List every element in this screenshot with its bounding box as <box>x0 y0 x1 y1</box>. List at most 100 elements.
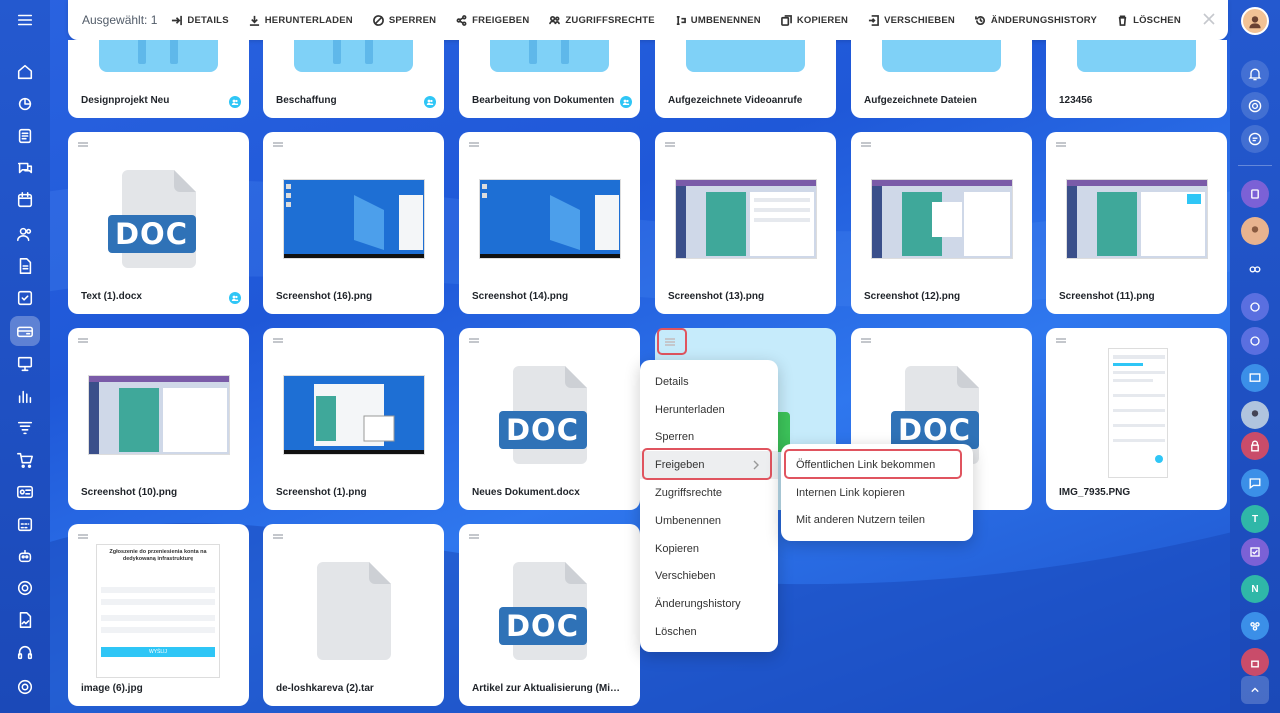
funnel-icon[interactable] <box>12 415 38 441</box>
file-tile[interactable]: Screenshot (12).png <box>851 132 1032 314</box>
folder-tile[interactable]: Aufgezeichnete Videoanrufe <box>655 40 836 118</box>
notes-icon[interactable] <box>1241 180 1269 208</box>
drag-handle-icon[interactable] <box>469 338 479 345</box>
presentation-icon[interactable] <box>12 351 38 377</box>
sign-icon[interactable] <box>12 607 38 633</box>
feed-icon[interactable] <box>12 123 38 149</box>
menu-icon[interactable] <box>12 7 38 33</box>
chat-bubble-icon[interactable] <box>1241 469 1269 497</box>
file-tile[interactable]: Screenshot (14).png <box>459 132 640 314</box>
menu-item-download[interactable]: Herunterladen <box>640 396 778 424</box>
share-icon <box>456 14 467 26</box>
presentation-chat-icon[interactable] <box>1241 364 1269 392</box>
submenu-item-internal-link[interactable]: Internen Link kopieren <box>781 479 973 507</box>
drag-handle-icon[interactable] <box>78 534 88 541</box>
share-button[interactable]: FREIGEBEN <box>456 15 529 26</box>
scroll-up-icon[interactable] <box>1241 676 1269 704</box>
folder-tile[interactable]: Beschaffung <box>263 40 444 118</box>
menu-item-copy[interactable]: Kopieren <box>640 535 778 563</box>
menu-item-delete[interactable]: Löschen <box>640 618 778 646</box>
close-toolbar-button[interactable] <box>1202 12 1216 26</box>
drag-handle-icon[interactable] <box>78 338 88 345</box>
copy-icon <box>780 14 792 26</box>
menu-item-move[interactable]: Verschieben <box>640 563 778 591</box>
drag-handle-icon[interactable] <box>1056 338 1066 345</box>
messenger-icon[interactable] <box>1241 125 1269 153</box>
checklist-icon[interactable] <box>1241 538 1269 566</box>
robot-icon[interactable] <box>12 543 38 569</box>
drag-handle-icon[interactable] <box>469 534 479 541</box>
contact-avatar-2[interactable] <box>1241 401 1269 429</box>
target-icon[interactable] <box>12 575 38 601</box>
openlines-icon[interactable] <box>1241 293 1269 321</box>
drag-handle-icon[interactable] <box>861 142 871 149</box>
tile-name: Screenshot (14).png <box>472 291 569 302</box>
cart-icon[interactable] <box>12 447 38 473</box>
letter-avatar-n[interactable]: N <box>1241 575 1269 603</box>
file-tile[interactable]: Zgłoszenie do przeniesienia konta na ded… <box>68 524 249 706</box>
download-button[interactable]: HERUNTERLADEN <box>249 15 353 26</box>
folder-tile[interactable]: Bearbeitung von Dokumenten <box>459 40 640 118</box>
drag-handle-icon[interactable] <box>1056 142 1066 149</box>
drag-handle-icon[interactable] <box>78 142 88 149</box>
folder-tile[interactable]: Aufgezeichnete Dateien <box>851 40 1032 118</box>
chat-icon[interactable] <box>12 155 38 181</box>
users-icon[interactable] <box>12 221 38 247</box>
submenu-item-share-users[interactable]: Mit anderen Nutzern teilen <box>781 507 973 535</box>
home-icon[interactable] <box>12 59 38 85</box>
at-sign-icon[interactable] <box>1241 92 1269 120</box>
file-tile[interactable]: Screenshot (1).png <box>263 328 444 510</box>
headset-icon[interactable] <box>12 640 38 666</box>
drag-handle-icon[interactable] <box>273 338 283 345</box>
menu-item-history[interactable]: Änderungshistory <box>640 590 778 618</box>
drag-handle-icon[interactable] <box>469 142 479 149</box>
channel-icon[interactable] <box>1241 327 1269 355</box>
schedule-icon[interactable] <box>12 511 38 537</box>
move-button[interactable]: VERSCHIEBEN <box>868 15 955 26</box>
calendar-icon[interactable] <box>12 187 38 213</box>
menu-item-details[interactable]: Details <box>640 368 778 396</box>
file-tile[interactable]: DOC Text (1).docx <box>68 132 249 314</box>
access-rights-button[interactable]: ZUGRIFFSRECHTE <box>549 15 655 26</box>
drag-handle-icon[interactable] <box>665 142 675 149</box>
tile-name: Artikel zur Aktualisierung (Mia Fu... <box>472 683 622 694</box>
group-chat-icon[interactable] <box>1241 612 1269 640</box>
letter-avatar-t[interactable]: T <box>1241 505 1269 533</box>
menu-item-rename[interactable]: Umbenennen <box>640 507 778 535</box>
drag-handle-icon[interactable] <box>273 534 283 541</box>
file-tile[interactable]: Screenshot (10).png <box>68 328 249 510</box>
file-tile[interactable]: Screenshot (13).png <box>655 132 836 314</box>
details-button[interactable]: DETAILS <box>171 15 229 26</box>
analytics-icon[interactable] <box>12 383 38 409</box>
drag-handle-icon[interactable] <box>273 142 283 149</box>
group-avatar[interactable] <box>1241 257 1269 285</box>
lock-button[interactable]: SPERREN <box>372 14 436 26</box>
delete-button[interactable]: LÖSCHEN <box>1117 15 1181 26</box>
documents-icon[interactable] <box>12 253 38 279</box>
flow-icon[interactable] <box>12 91 38 117</box>
folder-tile[interactable]: Designprojekt Neu <box>68 40 249 118</box>
drive-icon[interactable] <box>12 318 38 344</box>
folder-tile[interactable]: 123456 <box>1046 40 1227 118</box>
file-tile[interactable]: Screenshot (16).png <box>263 132 444 314</box>
contact-card-icon[interactable] <box>12 479 38 505</box>
file-tile[interactable]: IMG_7935.PNG <box>1046 328 1227 510</box>
rename-button[interactable]: UMBENENNEN <box>675 15 761 26</box>
tasks-icon[interactable] <box>12 285 38 311</box>
contact-avatar[interactable] <box>1241 217 1269 245</box>
copy-button[interactable]: KOPIEREN <box>780 14 848 26</box>
file-tile[interactable]: de-loshkareva (2).tar <box>263 524 444 706</box>
history-button[interactable]: ÄNDERUNGSHISTORY <box>975 15 1097 26</box>
bell-icon[interactable] <box>1241 60 1269 88</box>
file-tile[interactable]: DOC Neues Dokument.docx <box>459 328 640 510</box>
shared-users-icon <box>229 292 241 304</box>
block-icon <box>372 14 384 26</box>
user-avatar[interactable] <box>1241 7 1269 35</box>
menu-item-access-rights[interactable]: Zugriffsrechte <box>640 479 778 507</box>
file-tile[interactable]: Screenshot (11).png <box>1046 132 1227 314</box>
file-tile[interactable]: DOC Artikel zur Aktualisierung (Mia Fu..… <box>459 524 640 706</box>
settings-gear-icon[interactable] <box>12 674 38 700</box>
drag-handle-icon[interactable] <box>861 338 871 345</box>
lock-chat-icon-2[interactable] <box>1241 648 1269 676</box>
lock-chat-icon[interactable] <box>1241 432 1269 460</box>
